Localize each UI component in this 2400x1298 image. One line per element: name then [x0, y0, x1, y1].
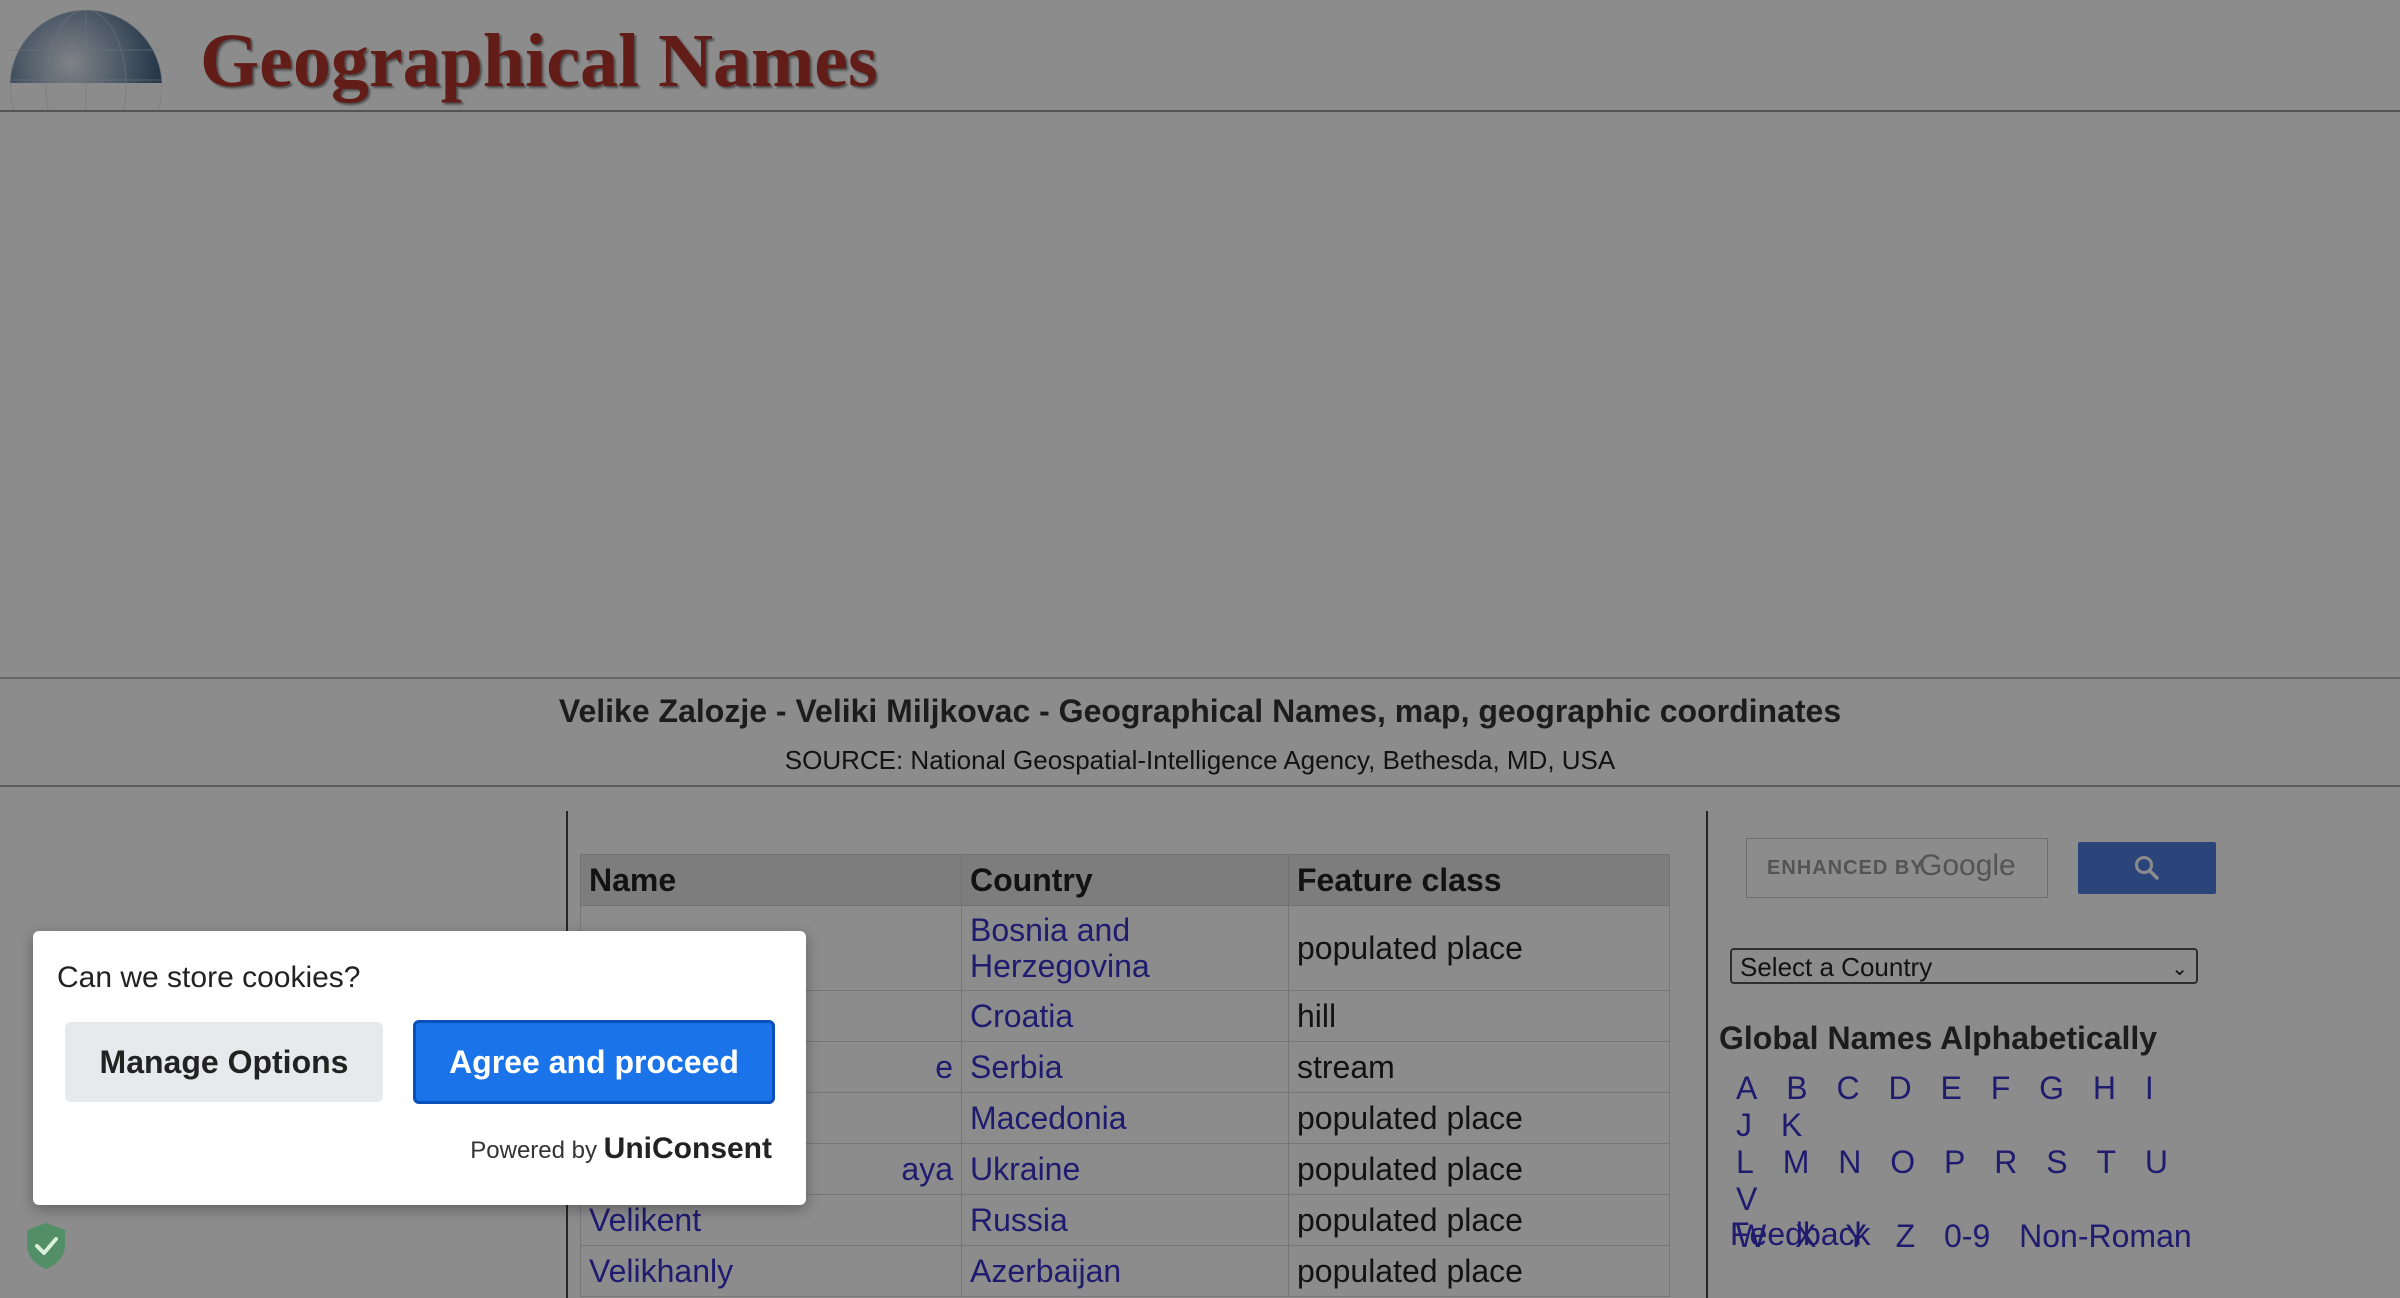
cookie-consent-dialog: Can we store cookies? Manage Options Agr…: [33, 931, 806, 1205]
powered-by-brand: UniConsent: [603, 1132, 772, 1165]
powered-by-prefix: Powered by: [470, 1137, 597, 1164]
agree-and-proceed-button[interactable]: Agree and proceed: [413, 1020, 775, 1104]
shield-icon[interactable]: [22, 1220, 70, 1272]
powered-by: Powered by UniConsent: [470, 1132, 772, 1166]
consent-question: Can we store cookies?: [57, 961, 361, 994]
manage-options-button[interactable]: Manage Options: [65, 1022, 383, 1102]
